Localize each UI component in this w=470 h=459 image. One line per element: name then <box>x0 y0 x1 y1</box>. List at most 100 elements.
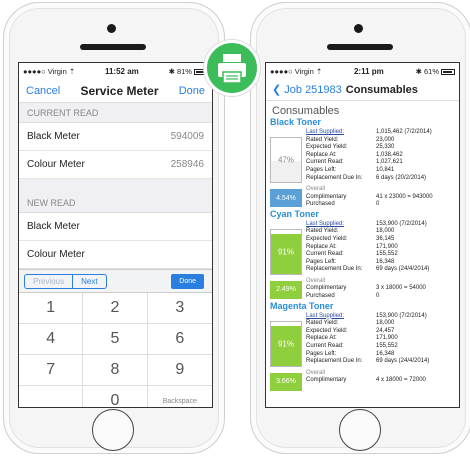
clock: 11:52 am <box>104 66 139 76</box>
usage-label: Complimentary <box>306 193 347 200</box>
stat-label: Current Read: <box>306 342 344 349</box>
key-8[interactable]: 8 <box>83 355 148 386</box>
last-supplied-link[interactable]: Last Supplied: <box>306 221 376 229</box>
toner-name: Black Toner <box>270 117 321 127</box>
usage-row: Overall <box>306 370 455 378</box>
key-3[interactable]: 3 <box>147 293 212 324</box>
usage-row: Overall <box>306 278 455 286</box>
usage-stats: Overall Complimentary 4 x 18000 = 72000 <box>306 370 455 391</box>
stat-value: 25,330 <box>376 144 395 151</box>
cancel-button[interactable]: Cancel <box>26 85 60 97</box>
previous-button[interactable]: Previous <box>25 274 74 288</box>
next-button[interactable]: Next <box>73 275 105 288</box>
back-button[interactable]: ❮ Job 251983 <box>272 83 342 96</box>
last-supplied-link[interactable]: Last Supplied: <box>306 129 376 137</box>
key-9[interactable]: 9 <box>147 355 212 386</box>
toner-detail: 91% Last Supplied: 153,900 (7/2/2014) Rated… <box>270 221 455 275</box>
key-7[interactable]: 7 <box>19 355 84 386</box>
stat-label: Rated Yield: <box>306 228 339 235</box>
stat-label: Replacement Due In: <box>306 358 363 365</box>
stat-label: Replace At: <box>306 151 337 158</box>
battery-label: ✱ 81% <box>168 66 192 76</box>
toner-stat-row: Rated Yield: 18,000 <box>306 320 455 328</box>
battery-indicator: ✱ 61% <box>416 67 455 76</box>
toner-usage: 4.54% Overall Complimentary 41 x 23000 = 94… <box>270 186 455 209</box>
clock: 2:11 pm <box>353 66 384 76</box>
nav-bar: Cancel Service Meter Done <box>19 79 212 103</box>
new-colour-meter-field[interactable]: Colour Meter <box>19 241 212 269</box>
battery-indicator: ✱ 81% <box>169 67 208 76</box>
stat-label: Replacement Due In: <box>306 174 363 181</box>
toner-stat-row: Last Supplied: 153,900 (7/2/2014) <box>306 313 455 321</box>
toner-stat-row: Last Supplied: 153,900 (7/2/2014) <box>306 221 455 229</box>
toner-stat-row: Replace At: 171,900 <box>306 244 455 252</box>
last-supplied-link[interactable]: Last Supplied: <box>306 313 376 321</box>
key-2[interactable]: 2 <box>83 293 148 324</box>
toner-stat-row: Replacement Due In: 69 days (24/4/2014) <box>306 358 455 366</box>
backspace-key[interactable]: Backspace <box>148 386 212 407</box>
new-black-meter-field[interactable]: Black Meter <box>19 213 212 241</box>
toner-list: Black Toner 47% Last Supplied: 1,015,462 (7… <box>266 117 459 391</box>
battery-label: ✱ 61% <box>415 66 439 76</box>
toner-usage: 3.66% Overall Complimentary 4 x 18000 = 720… <box>270 370 455 391</box>
stat-value: 23,000 <box>376 136 395 143</box>
toner-usage: 2.49% Overall Complimentary 3 x 18000 = 540… <box>270 278 455 301</box>
toner-stat-row: Replacement Due In: 69 days (24/4/2014) <box>306 266 455 274</box>
stat-value: 1,015,462 (7/2/2014) <box>376 129 432 135</box>
keyboard-done-button[interactable]: Done <box>171 274 204 289</box>
stat-value: 69 days (24/4/2014) <box>376 266 430 273</box>
stat-value: 153,900 (7/2/2014) <box>376 220 427 227</box>
key-0[interactable]: 0 <box>83 386 148 407</box>
toner-stat-row: Current Read: 1,027,621 <box>306 159 455 167</box>
key-6[interactable]: 6 <box>147 324 212 355</box>
stat-value: 1,027,621 <box>376 159 403 166</box>
phone-right: ●●●●○ Virgin ⇡ 2:11 pm ✱ 61% ❮ Job 25198… <box>250 2 470 454</box>
key-1[interactable]: 1 <box>19 293 84 324</box>
consumables-heading: Consumables <box>272 105 340 117</box>
keyboard-toolbar: Previous Next Done <box>19 269 212 293</box>
usage-stats: Overall Complimentary 41 x 23000 = 943000 P… <box>306 186 455 209</box>
toner-level-label: 47% <box>277 155 294 165</box>
consumables-screen: ●●●●○ Virgin ⇡ 2:11 pm ✱ 61% ❮ Job 25198… <box>265 62 460 408</box>
stat-label: Current Read: <box>306 251 344 258</box>
toner-stat-row: Replace At: 171,900 <box>306 335 455 343</box>
camera <box>354 24 363 33</box>
home-button[interactable] <box>92 409 134 451</box>
current-read-header: CURRENT READ <box>19 103 212 123</box>
usage-percent-badge: 4.54% <box>270 189 302 207</box>
carrier-label: ●●●●○ Virgin ⇡ <box>23 66 76 76</box>
stat-label: Current Read: <box>306 159 344 166</box>
toner-level-gauge: 91% <box>270 228 302 275</box>
usage-label: Complimentary <box>306 285 347 292</box>
nav-bar: ❮ Job 251983 Consumables <box>266 79 459 101</box>
current-colour-meter-row: Colour Meter 258946 <box>19 151 212 179</box>
usage-value: 0 <box>376 292 380 299</box>
printer-icon <box>218 54 246 84</box>
usage-percent-badge: 3.66% <box>270 372 302 391</box>
toner-stat-row: Pages Left: 10,841 <box>306 167 455 175</box>
stat-value: 6 days (20/2/2014) <box>376 174 427 181</box>
key-5[interactable]: 5 <box>83 324 148 355</box>
page-title: Consumables <box>345 83 418 96</box>
usage-label: Purchased <box>306 292 335 299</box>
status-bar: ●●●●○ Virgin ⇡ 2:11 pm ✱ 61% <box>266 63 459 79</box>
row-label: Black Meter <box>27 131 80 142</box>
usage-value: 0 <box>376 201 380 208</box>
toner-level-gauge: 47% <box>270 137 302 183</box>
usage-row: Complimentary 3 x 18000 = 54000 <box>306 285 455 293</box>
usage-row: Complimentary 41 x 23000 = 943000 <box>306 194 455 202</box>
row-value: 594009 <box>170 131 204 142</box>
toner-stat-row: Expected Yield: 25,330 <box>306 144 455 152</box>
new-read-header: NEW READ <box>19 193 212 213</box>
stat-label: Expected Yield: <box>306 235 348 242</box>
stat-value: 16,348 <box>376 350 395 357</box>
toner-stat-row: Current Read: 155,552 <box>306 343 455 351</box>
stat-label: Replacement Due In: <box>306 266 363 273</box>
stat-value: 1,038,462 <box>376 151 403 158</box>
home-button[interactable] <box>339 409 381 451</box>
toner-stat-row: Expected Yield: 24,457 <box>306 328 455 336</box>
key-4[interactable]: 4 <box>19 324 84 355</box>
stat-label: Replace At: <box>306 335 337 342</box>
done-button[interactable]: Done <box>179 85 205 97</box>
stat-value: 24,457 <box>376 327 395 334</box>
